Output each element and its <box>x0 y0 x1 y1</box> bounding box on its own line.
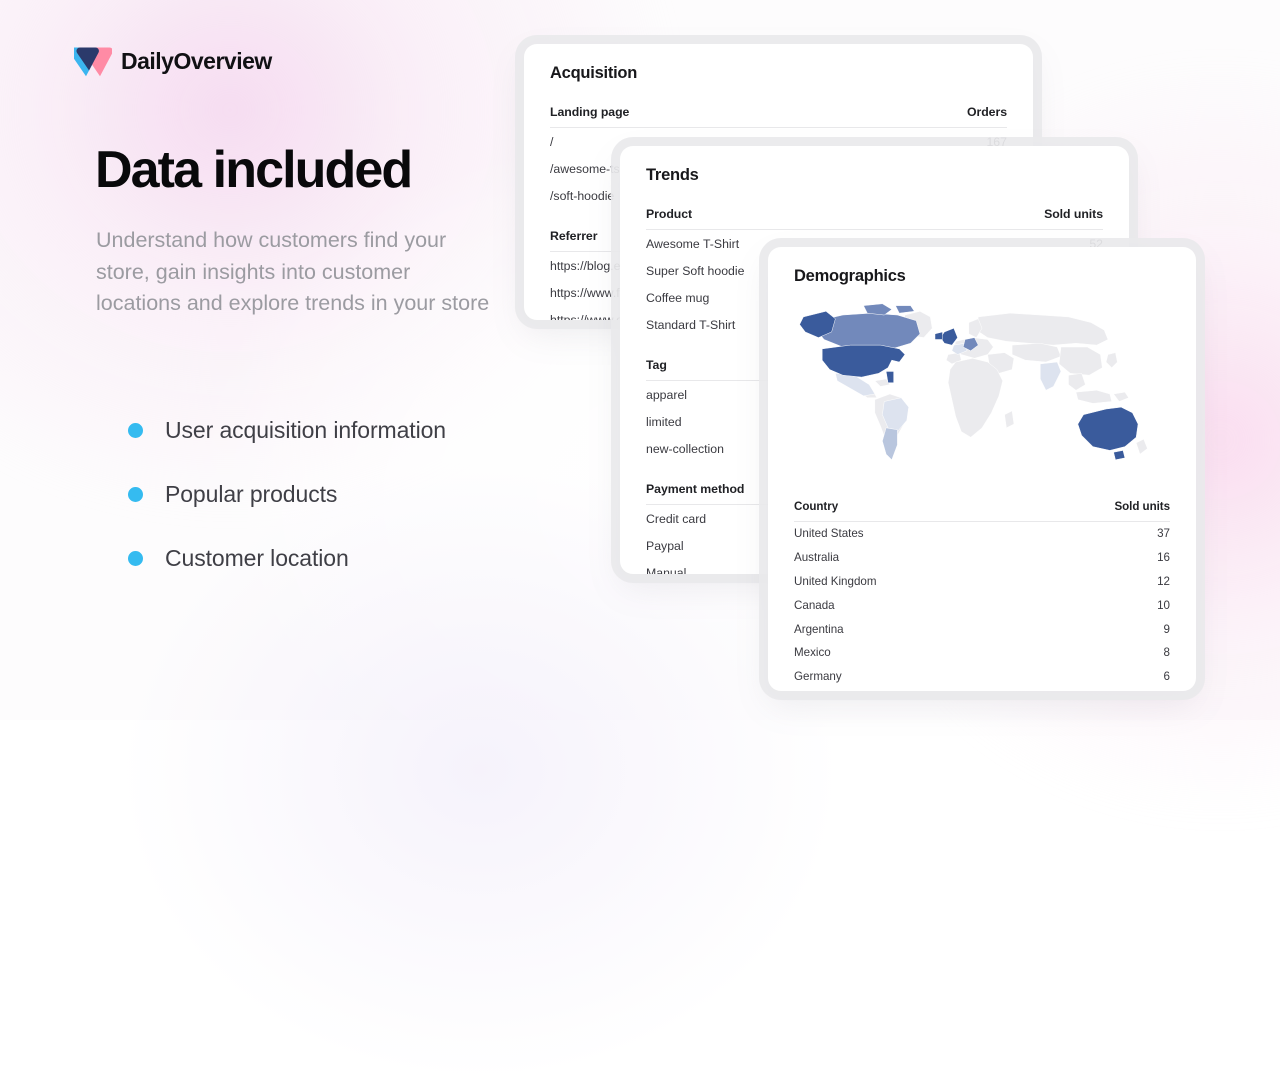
cell-country: Germany <box>794 670 842 684</box>
column-header-sold-units: Sold units <box>1018 500 1170 522</box>
cell-sold-units: 9 <box>1163 622 1170 636</box>
cell-country: Australia <box>794 551 840 565</box>
table-row[interactable]: Mexico 8 <box>794 641 1170 665</box>
country-table: Country Sold units United States 37 Aust… <box>794 500 1170 691</box>
hero-panel: DailyOverview Data included Understand h… <box>0 0 540 720</box>
bullet-dot-icon <box>128 486 143 502</box>
cell-country: Argentina <box>794 622 844 636</box>
table-row[interactable]: Canada 10 <box>794 593 1170 617</box>
feature-label: Popular products <box>165 480 338 507</box>
page-subtitle: Understand how customers find your store… <box>96 228 490 316</box>
column-header-sold-units: Sold units <box>931 207 1103 230</box>
card-title: Acquisition <box>550 64 638 82</box>
table-header-row: Product Sold units <box>646 207 1103 230</box>
table-row[interactable]: United Kingdom 12 <box>794 570 1170 594</box>
bullet-dot-icon <box>128 550 143 566</box>
bullet-dot-icon <box>128 422 143 438</box>
cell-sold-units: 16 <box>1157 551 1170 565</box>
list-item: Popular products <box>128 462 446 526</box>
table-row[interactable]: India 5 <box>794 688 1170 691</box>
column-header-landing-page: Landing page <box>550 105 863 128</box>
world-map-container <box>794 294 1170 494</box>
table-header-row: Country Sold units <box>794 500 1170 522</box>
card-title: Demographics <box>794 267 906 285</box>
column-header-product: Product <box>646 207 932 230</box>
cell-country: Canada <box>794 598 835 612</box>
cell-sold-units: 12 <box>1157 574 1170 588</box>
feature-list: User acquisition information Popular pro… <box>128 398 446 590</box>
cell-sold-units: 37 <box>1157 527 1170 541</box>
daily-overview-logo-icon <box>74 47 112 77</box>
cell-sold-units: 5 <box>1019 688 1170 691</box>
column-header-country: Country <box>794 500 1019 522</box>
feature-label: Customer location <box>165 544 349 571</box>
table-header-row: Landing page Orders <box>550 105 1007 128</box>
page-title: Data included <box>95 141 413 199</box>
world-choropleth-map-icon <box>799 303 1148 461</box>
demographics-card[interactable]: Demographics Country Sold units United S… <box>768 247 1196 691</box>
table-row[interactable]: Argentina 9 <box>794 617 1170 641</box>
cell-sold-units: 10 <box>1157 598 1170 612</box>
cell-sold-units: 8 <box>1163 646 1170 660</box>
cell-country: United States <box>794 527 864 541</box>
list-item: Customer location <box>128 526 446 590</box>
feature-label: User acquisition information <box>165 416 446 443</box>
card-title: Trends <box>646 166 699 184</box>
list-item: User acquisition information <box>128 398 446 462</box>
cell-country: Mexico <box>794 646 831 660</box>
column-header-orders: Orders <box>862 105 1007 128</box>
cell-country: United Kingdom <box>794 574 877 588</box>
brand-logo: DailyOverview <box>74 44 272 78</box>
cell-sold-units: 6 <box>1163 670 1170 684</box>
country-table-container: Country Sold units United States 37 Aust… <box>794 500 1170 691</box>
table-row[interactable]: Australia 16 <box>794 546 1170 570</box>
table-row[interactable]: United States 37 <box>794 522 1170 546</box>
table-row[interactable]: Germany 6 <box>794 665 1170 689</box>
cell-country: India <box>794 688 1019 691</box>
brand-name: DailyOverview <box>121 47 272 74</box>
